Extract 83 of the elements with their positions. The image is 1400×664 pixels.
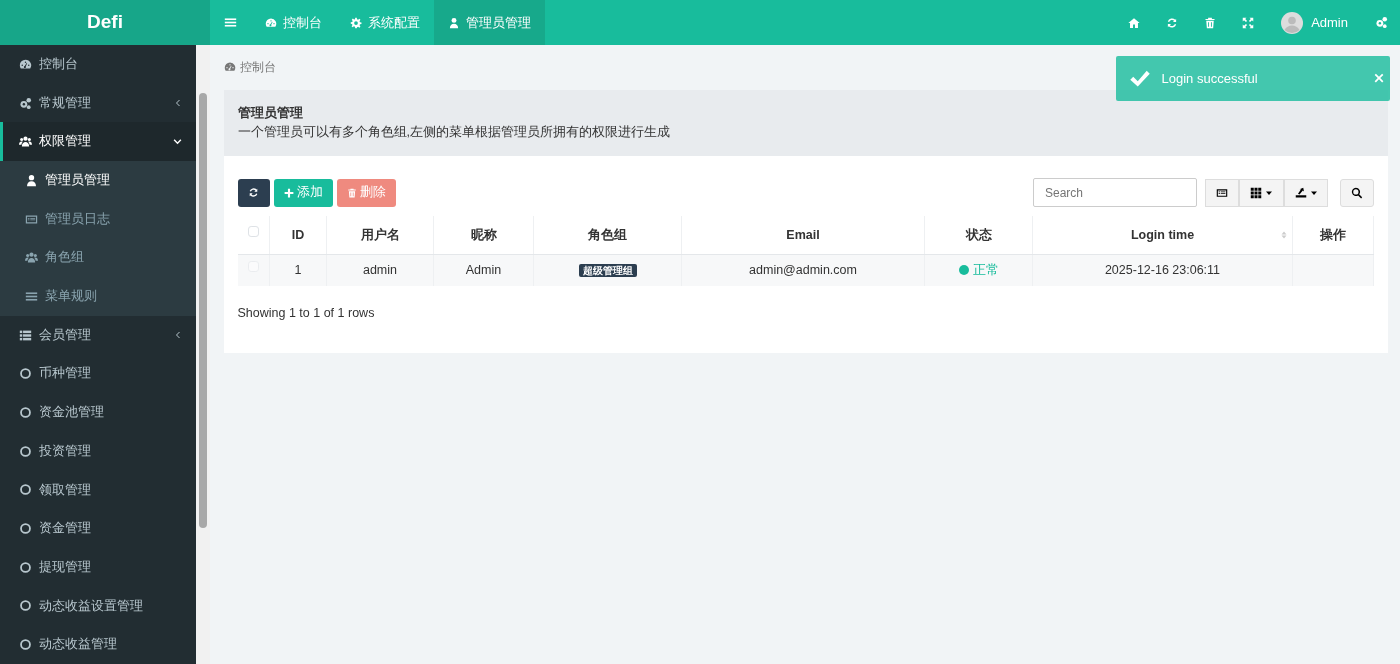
column-header: 操作 (1320, 227, 1346, 242)
sidebar-item[interactable]: 币种管理 (0, 354, 196, 394)
grid-icon (1250, 186, 1262, 199)
scrollbar-thumb[interactable] (198, 93, 207, 528)
house-icon (1128, 16, 1141, 29)
table-cell: 2025-12-16 23:06:11 (1104, 263, 1221, 278)
column-header: ID (291, 227, 305, 242)
sidebar-item[interactable]: 领取管理 (0, 470, 196, 510)
ring-icon (19, 444, 32, 458)
gear-icon (350, 16, 362, 29)
people-icon (19, 135, 32, 149)
table-cell: 1 (294, 263, 302, 278)
refresh-button[interactable] (237, 178, 270, 207)
panel-title: 管理员管理 (237, 104, 304, 122)
chevron-down-icon (172, 137, 182, 147)
table-cell: admin@admin.com (749, 263, 857, 278)
logo-text: Defi (0, 0, 210, 45)
refresh-icon (1166, 16, 1179, 29)
avatar-icon (1281, 11, 1304, 34)
sidebar-item[interactable]: 管理员管理 (0, 161, 196, 200)
sidebar-item[interactable]: 资金管理 (0, 509, 196, 548)
sidebar-item[interactable]: 动态收益设置管理 (0, 586, 196, 626)
sidebar-item[interactable]: 控制台 (0, 45, 196, 84)
close-icon (1373, 72, 1384, 83)
pagination-info: Showing 1 to 1 of 1 rows (237, 306, 375, 321)
gauge-icon (19, 57, 32, 71)
sidebar-item[interactable]: 资金池管理 (0, 393, 196, 432)
gauge-icon (223, 61, 236, 73)
chevron-left-icon (173, 331, 182, 340)
export-button[interactable] (1284, 178, 1328, 207)
gears-icon (19, 96, 32, 110)
breadcrumb-link[interactable]: 控制台 (239, 58, 276, 76)
ring-icon (19, 638, 32, 652)
person-icon (25, 173, 38, 187)
list-card-icon (25, 212, 38, 226)
sidebar-item[interactable]: 权限管理 (0, 122, 196, 162)
menu-icon (224, 16, 237, 29)
sidebar-item[interactable]: 会员管理 (0, 315, 196, 355)
toast-message: Login successful (1161, 69, 1258, 88)
status-text: 正常 (972, 263, 999, 278)
group-label: 超级管理组 (578, 264, 637, 278)
search-button[interactable] (1340, 178, 1374, 207)
gauge-icon (265, 16, 277, 29)
ring-icon (19, 367, 32, 381)
column-header[interactable]: Login time (1130, 227, 1195, 242)
sidebar-item[interactable]: 动态收益管理 (0, 625, 196, 664)
refresh-icon (248, 187, 259, 199)
list-icon (19, 328, 32, 342)
column-header: 状态 (965, 227, 992, 242)
sidebar-item[interactable]: 提现管理 (0, 547, 196, 587)
sidebar-item[interactable]: 角色组 (0, 238, 196, 278)
panel-description: 一个管理员可以有多个角色组,左侧的菜单根据管理员所拥有的权限进行生成 (237, 123, 671, 141)
gears-icon (1374, 16, 1388, 29)
column-header: 用户名 (360, 227, 400, 242)
chevron-left-icon (173, 99, 182, 108)
table-cell: admin (362, 263, 397, 278)
ring-icon (19, 522, 32, 536)
column-header: 昵称 (470, 227, 497, 242)
menu-lines-icon (25, 289, 38, 303)
search-icon (1351, 186, 1363, 199)
ring-icon (19, 599, 32, 613)
ring-icon (19, 406, 32, 420)
sidebar-item[interactable]: 投资管理 (0, 431, 196, 471)
trash-icon (346, 187, 357, 198)
trash-icon (1204, 16, 1217, 29)
columns-button[interactable] (1239, 178, 1284, 207)
sidebar-item[interactable]: 菜单规则 (0, 277, 196, 316)
people-icon (25, 251, 38, 265)
sidebar-item[interactable]: 管理员日志 (0, 199, 196, 239)
ring-icon (19, 560, 32, 574)
sidebar-item[interactable]: 常规管理 (0, 83, 196, 123)
table-icon (1216, 186, 1228, 199)
toggle-view-button[interactable] (1205, 178, 1239, 207)
person-icon (448, 16, 460, 29)
export-icon (1294, 186, 1307, 199)
plus-icon (283, 187, 294, 198)
column-header: 角色组 (588, 227, 627, 242)
table-cell: Admin (465, 263, 502, 278)
ring-icon (19, 483, 32, 497)
select-all-checkbox[interactable] (247, 225, 259, 237)
search-field[interactable]: Search (1033, 178, 1197, 208)
expand-icon (1242, 16, 1255, 29)
column-header: Email (786, 227, 820, 242)
